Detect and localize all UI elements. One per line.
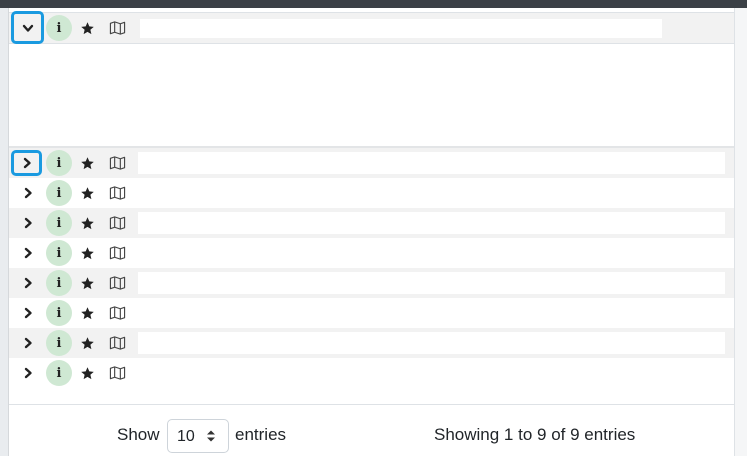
expand-row-button[interactable]: [14, 180, 42, 206]
table-row: i: [9, 148, 734, 178]
table-row: i: [9, 238, 734, 268]
star-icon[interactable]: [80, 306, 95, 321]
chevron-right-icon: [24, 337, 32, 349]
table-info-text: Showing 1 to 9 of 9 entries: [434, 425, 636, 444]
expand-row-button[interactable]: [11, 150, 42, 176]
star-icon[interactable]: [80, 366, 95, 381]
info-button[interactable]: i: [46, 240, 72, 266]
page-size-select[interactable]: 10: [167, 419, 229, 453]
cell-field: [138, 272, 725, 294]
info-icon: i: [56, 245, 62, 261]
info-icon: i: [56, 365, 62, 381]
chevron-right-icon: [24, 307, 32, 319]
info-icon: i: [56, 275, 62, 291]
cell-field: [140, 19, 662, 38]
expand-row-button[interactable]: [14, 300, 42, 326]
expand-row-button[interactable]: [14, 240, 42, 266]
info-button[interactable]: i: [46, 330, 72, 356]
cell-field: [138, 332, 725, 354]
scrollbar[interactable]: [734, 8, 747, 456]
map-icon[interactable]: [109, 245, 126, 261]
expand-row-button[interactable]: [14, 210, 42, 236]
table-row: i: [9, 328, 734, 358]
expand-row-button[interactable]: [14, 270, 42, 296]
sort-caret-icon: [207, 430, 215, 442]
info-icon: i: [56, 335, 62, 351]
chevron-right-icon: [24, 187, 32, 199]
star-icon[interactable]: [80, 276, 95, 291]
page-size-value: 10: [177, 428, 195, 445]
table-row: i: [9, 358, 734, 388]
map-icon[interactable]: [109, 155, 126, 171]
chevron-right-icon: [24, 247, 32, 259]
chevron-right-icon: [24, 217, 32, 229]
info-button[interactable]: i: [46, 150, 72, 176]
star-icon[interactable]: [80, 336, 95, 351]
show-label: Show: [117, 425, 160, 444]
table-row: i: [9, 268, 734, 298]
info-icon: i: [56, 215, 62, 231]
star-icon[interactable]: [80, 21, 95, 36]
map-icon[interactable]: [109, 365, 126, 381]
top-bar: [0, 0, 747, 8]
table-row: i: [9, 208, 734, 238]
table-footer: Show 10 entries Showing 1 to 9 of 9 entr…: [9, 404, 734, 457]
info-button[interactable]: i: [46, 15, 72, 41]
cell-field: [138, 212, 725, 234]
expand-row-button[interactable]: [14, 330, 42, 356]
map-icon[interactable]: [109, 20, 126, 36]
info-button[interactable]: i: [46, 270, 72, 296]
chevron-right-icon: [23, 157, 31, 169]
map-icon[interactable]: [109, 185, 126, 201]
info-icon: i: [56, 185, 62, 201]
map-icon[interactable]: [109, 275, 126, 291]
table-row-expanded: i: [9, 11, 734, 44]
chevron-right-icon: [24, 277, 32, 289]
chevron-down-icon: [22, 24, 33, 32]
map-icon[interactable]: [109, 215, 126, 231]
table-row: i: [9, 178, 734, 208]
table-row: i: [9, 298, 734, 328]
info-icon: i: [56, 305, 62, 321]
collapse-row-button[interactable]: [11, 11, 44, 44]
map-icon[interactable]: [109, 335, 126, 351]
cell-field: [138, 152, 725, 174]
info-button[interactable]: i: [46, 210, 72, 236]
map-icon[interactable]: [109, 305, 126, 321]
star-icon[interactable]: [80, 216, 95, 231]
table-panel: i i i i i i i i i Show 10 entries Showin…: [9, 8, 734, 457]
left-edge: [0, 8, 9, 456]
star-icon[interactable]: [80, 186, 95, 201]
info-button[interactable]: i: [46, 180, 72, 206]
info-button[interactable]: i: [46, 360, 72, 386]
chevron-right-icon: [24, 367, 32, 379]
info-button[interactable]: i: [46, 300, 72, 326]
info-icon: i: [56, 155, 62, 171]
star-icon[interactable]: [80, 156, 95, 171]
entries-label: entries: [235, 425, 287, 444]
expand-row-button[interactable]: [14, 360, 42, 386]
info-icon: i: [56, 20, 62, 36]
star-icon[interactable]: [80, 246, 95, 261]
